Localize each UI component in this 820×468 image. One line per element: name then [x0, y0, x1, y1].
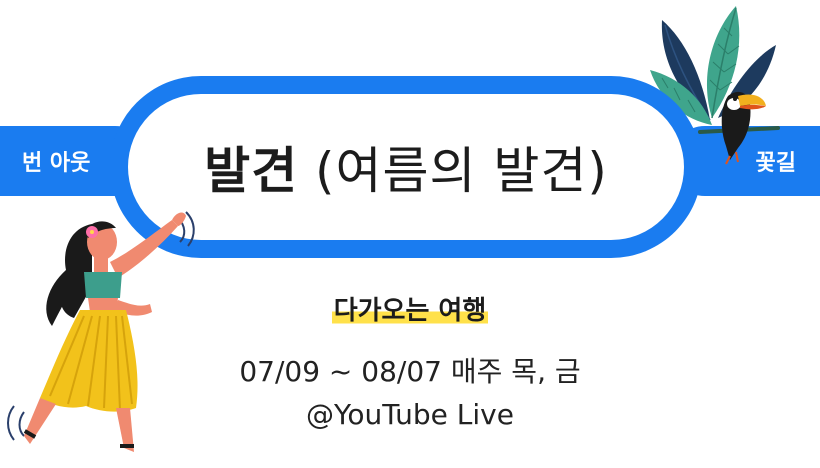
tagline: 다가오는 여행 — [331, 296, 489, 326]
tagline-block: 다가오는 여행 — [0, 290, 820, 327]
station-left-label: 번 아웃 — [22, 151, 91, 176]
schedule-text: 07/09 ~ 08/07 매주 목, 금 — [239, 355, 581, 388]
venue-text: @YouTube Live — [306, 398, 514, 431]
title-bold: 발견 — [204, 142, 299, 200]
page-title: 발견 (여름의 발견) — [204, 131, 608, 203]
title-subtitle: (여름의 발견) — [314, 142, 608, 200]
hibiscus-icon — [86, 226, 98, 238]
event-banner: 번 아웃 꽃길 발견 (여름의 발견) 다가오는 여행 07/09 ~ 08/0… — [0, 0, 820, 468]
title-pill-inner: 발견 (여름의 발견) — [128, 94, 684, 240]
toucan-icon — [721, 91, 766, 165]
